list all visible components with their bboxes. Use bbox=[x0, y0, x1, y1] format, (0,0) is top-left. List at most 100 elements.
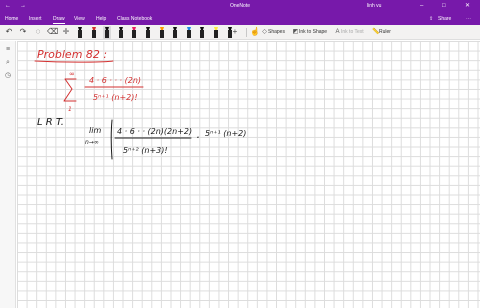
pen-icon bbox=[159, 27, 164, 38]
hamburger-menu-icon[interactable]: ≡ bbox=[3, 45, 13, 55]
pen-body bbox=[105, 30, 110, 38]
series-denominator: 5ⁿ⁺¹ (n+2)! bbox=[93, 93, 138, 102]
pen-icon bbox=[200, 27, 205, 38]
pen-body bbox=[132, 30, 137, 38]
maximize-icon[interactable]: □ bbox=[442, 2, 446, 10]
tab-home[interactable]: Home bbox=[5, 16, 18, 22]
pen-body bbox=[200, 30, 205, 38]
sigma-upper-bound: ∞ bbox=[69, 70, 75, 78]
pen-tool-1[interactable] bbox=[76, 26, 84, 39]
pen-body bbox=[214, 30, 218, 38]
share-button[interactable]: Share bbox=[438, 16, 451, 22]
limit-subscript: n→∞ bbox=[85, 139, 99, 146]
pen-tool-3[interactable] bbox=[103, 26, 112, 39]
redo-icon[interactable]: ↷ bbox=[18, 27, 28, 37]
close-icon[interactable]: ✕ bbox=[465, 2, 470, 10]
pen-body bbox=[146, 30, 150, 38]
pen-tip bbox=[91, 27, 96, 30]
pen-tip bbox=[186, 27, 191, 30]
pen-body bbox=[118, 30, 123, 38]
ink-to-text-icon: A bbox=[335, 29, 340, 35]
sigma-lower-bound: 1 bbox=[68, 106, 72, 113]
recent-icon[interactable]: ◷ bbox=[3, 71, 13, 81]
ruler-icon: 📏 bbox=[372, 29, 380, 35]
pen-icon bbox=[91, 27, 96, 38]
pen-tool-4[interactable] bbox=[117, 26, 125, 39]
eraser-icon[interactable]: ⌫ bbox=[47, 27, 58, 37]
tab-insert[interactable]: Insert bbox=[29, 16, 42, 22]
multiply-dot: · bbox=[196, 131, 200, 144]
limit-multiplier: 5ⁿ⁺¹ (n+2) bbox=[205, 129, 246, 138]
add-text-icon[interactable]: ✛ bbox=[61, 27, 71, 37]
pen-tool-5[interactable] bbox=[130, 26, 138, 39]
pen-tool-8[interactable] bbox=[171, 26, 179, 39]
pen-tip bbox=[173, 27, 178, 30]
pen-body bbox=[78, 30, 82, 38]
shapes-icon: ◇ bbox=[262, 29, 267, 35]
ink-to-text-button[interactable]: A Ink to Text bbox=[334, 28, 363, 37]
tab-draw[interactable]: Draw bbox=[53, 16, 65, 24]
absolute-value-bar bbox=[110, 119, 113, 160]
pen-icon bbox=[214, 27, 218, 38]
draw-toolbar: ↶ ↷ ◌ ⌫ ✛ + ☝ ◇Shapes ◩Ink to Shape A Ink… bbox=[0, 25, 480, 40]
hand-touch-icon[interactable]: ☝ bbox=[250, 27, 260, 37]
pen-tip bbox=[78, 27, 82, 30]
ruler-label: Ruler bbox=[379, 29, 391, 35]
ink-to-shape-button[interactable]: ◩Ink to Shape bbox=[292, 28, 327, 37]
more-options-icon[interactable]: ⋯ bbox=[466, 16, 471, 22]
search-icon[interactable]: ⌕ bbox=[3, 58, 13, 68]
sigma-symbol bbox=[63, 78, 77, 102]
note-canvas[interactable]: Problem 82 : ∞ 1 4 · 6 · · · (2n) 5ⁿ⁺¹ (… bbox=[17, 41, 480, 308]
pen-tool-10[interactable] bbox=[198, 26, 206, 39]
tab-help[interactable]: Help bbox=[96, 16, 106, 22]
ribbon-tabs: Home Insert Draw View Help Class Noteboo… bbox=[0, 13, 480, 25]
lasso-select-icon[interactable]: ◌ bbox=[33, 27, 43, 37]
series-ink: ∞ 1 4 · 6 · · · (2n) 5ⁿ⁺¹ (n+2)! bbox=[63, 70, 144, 113]
shapes-button[interactable]: ◇Shapes bbox=[261, 28, 285, 37]
user-name[interactable]: linh vu bbox=[367, 3, 381, 9]
problem-heading: Problem 82 : bbox=[37, 48, 107, 61]
pen-icon bbox=[186, 27, 191, 38]
pen-tool-6[interactable] bbox=[144, 26, 152, 39]
limit-ratio-ink: L R T. lim n→∞ 4 · 6 · · (2n)(2n+2) 5ⁿ⁺²… bbox=[37, 117, 246, 160]
share-icon[interactable]: ⇪ bbox=[429, 16, 433, 22]
pen-tool-9[interactable] bbox=[185, 26, 193, 39]
pen-tip bbox=[146, 27, 150, 30]
ink-layer: Problem 82 : ∞ 1 4 · 6 · · · (2n) 5ⁿ⁺¹ (… bbox=[34, 48, 246, 160]
pen-icon bbox=[146, 27, 150, 38]
pen-icon bbox=[118, 27, 123, 38]
app-title: OneNote bbox=[229, 3, 250, 9]
pen-icon bbox=[78, 27, 82, 38]
heading-underline bbox=[34, 60, 114, 63]
ruler-button[interactable]: 📏Ruler bbox=[372, 28, 391, 37]
minimize-icon[interactable]: – bbox=[420, 2, 423, 10]
ink-to-shape-label: Ink to Shape bbox=[299, 29, 328, 35]
pen-tool-11[interactable] bbox=[212, 26, 220, 39]
pen-icon bbox=[173, 27, 178, 38]
pen-tip bbox=[118, 27, 123, 30]
pen-body bbox=[173, 30, 178, 38]
pen-tool-7[interactable] bbox=[158, 26, 166, 39]
limit-lim: lim bbox=[89, 126, 101, 135]
undo-icon[interactable]: ↶ bbox=[4, 27, 14, 37]
series-numerator: 4 · 6 · · · (2n) bbox=[89, 76, 141, 85]
navigation-pane: ≡ ⌕ ◷ bbox=[0, 41, 16, 308]
add-pen-icon[interactable]: + bbox=[230, 27, 240, 37]
title-bar: ← → OneNote linh vu – □ ✕ bbox=[0, 0, 480, 13]
shapes-label: Shapes bbox=[268, 29, 285, 35]
pen-tip bbox=[132, 27, 137, 30]
pen-tip bbox=[159, 27, 164, 30]
problem-heading-ink: Problem 82 : bbox=[34, 48, 114, 63]
pen-body bbox=[91, 30, 96, 38]
limit-numerator: 4 · 6 · · (2n)(2n+2) bbox=[117, 127, 192, 136]
tab-view[interactable]: View bbox=[74, 16, 85, 22]
tab-class-notebook[interactable]: Class Notebook bbox=[117, 16, 152, 22]
pen-body bbox=[186, 30, 191, 38]
limit-denominator: 5ⁿ⁺² (n+3)! bbox=[123, 146, 168, 155]
pen-tip bbox=[105, 27, 110, 30]
toolbar-divider bbox=[246, 28, 247, 37]
pen-body bbox=[159, 30, 164, 38]
pen-icon bbox=[132, 27, 137, 38]
pen-tool-2[interactable] bbox=[90, 26, 98, 39]
pen-icon bbox=[105, 27, 110, 38]
